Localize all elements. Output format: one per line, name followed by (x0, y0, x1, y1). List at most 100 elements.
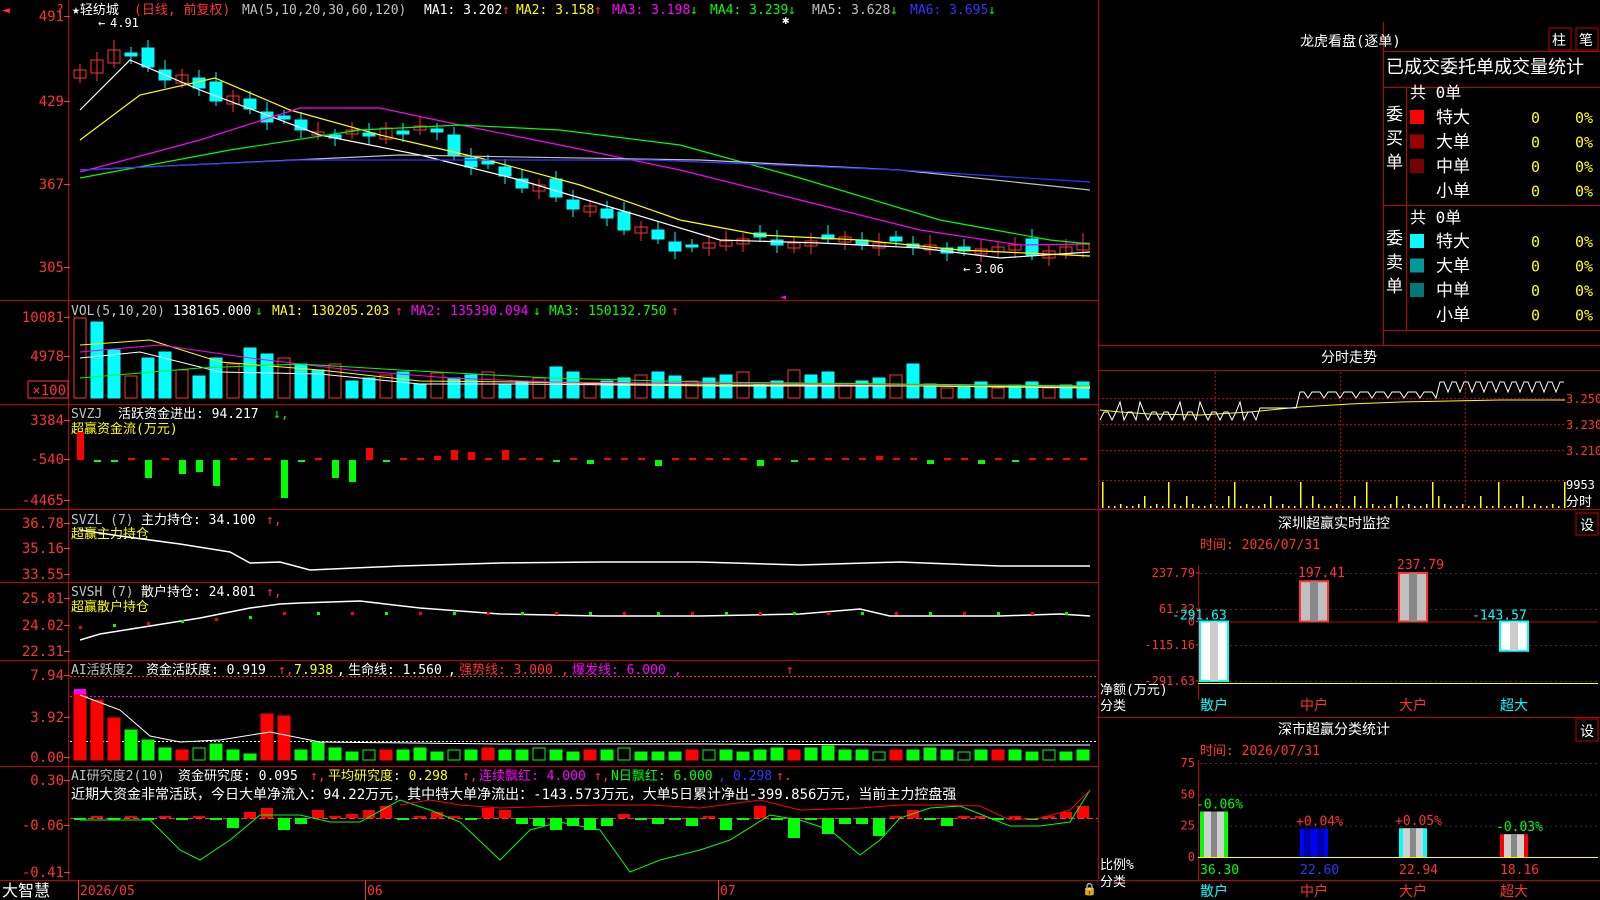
intraday-vol-bar-19 (1216, 506, 1218, 508)
vol-bar-56 (1025, 381, 1039, 399)
svsh-dot-26 (521, 612, 524, 615)
svsh-dot-32 (623, 612, 626, 615)
svzl-label: 主力持仓: 34.100 (141, 513, 256, 528)
svzj-bar-25 (502, 450, 509, 460)
svzj-bar-40 (757, 460, 764, 466)
svzj-bar-5 (162, 458, 169, 460)
ai1-bar-43 (804, 747, 818, 761)
ai2-cont: 连续飘红: 4.000 (479, 768, 586, 784)
svzj-sub: 超赢资金流(万元) (71, 421, 178, 437)
svzj-bar-38 (723, 458, 730, 460)
monitor-settings-label: 设 (1580, 518, 1594, 534)
intraday-vol-bar-2 (1114, 506, 1116, 508)
scroll-left-icon[interactable]: ◄ (2, 3, 10, 18)
ai2-bar-50 (924, 818, 936, 820)
date-label-2: 07 (720, 884, 736, 899)
ai1-sep: , (337, 663, 345, 678)
svsh-dot-12 (283, 612, 286, 615)
ai1-bar-25 (498, 749, 512, 761)
sell-rows-swatch-0 (1410, 234, 1424, 248)
ai2-bar-11 (261, 808, 273, 818)
svzj-bar-55 (1012, 460, 1019, 462)
ai2-bar-33 (635, 818, 647, 820)
ai1-sep2: , (448, 663, 456, 678)
intraday-vol-bar-58 (1450, 506, 1452, 508)
vol-axis-1: 4978 (30, 349, 64, 365)
intraday-vol-bar-1 (1108, 506, 1110, 508)
svzj-bar-2 (111, 460, 118, 462)
svzj-bar-56 (1029, 458, 1036, 460)
svsh-dot-18 (385, 612, 388, 615)
ai1-bar-23 (464, 749, 478, 761)
buy-label-v-char-1: 买 (1386, 129, 1403, 149)
intraday-vol-bar-61 (1468, 506, 1470, 508)
svzj-label: 活跃资金进出: 94.217 (118, 406, 259, 422)
svzj-bar-20 (417, 458, 424, 460)
svsh-dot-58 (1065, 612, 1068, 615)
intraday-vol-bar-69 (1516, 504, 1518, 508)
intraday-vol-bar-54 (1426, 504, 1428, 508)
intraday-axis-1: 3.230 (1566, 418, 1600, 432)
intraday-vol-bar-68 (1510, 506, 1512, 508)
ai2-avg: 平均研究度: 0.298 (328, 768, 448, 784)
vol-bar-47 (872, 377, 886, 399)
intraday-vol-bar-33 (1300, 482, 1302, 508)
intraday-vol-bar-8 (1150, 506, 1152, 508)
ai1-bar-13 (294, 749, 308, 761)
intraday-vol-bar-57 (1444, 504, 1446, 508)
svzj-bar-7 (196, 460, 203, 472)
sell-rows-val-3: 0 (1531, 307, 1540, 325)
buy-label-v-char-0: 委 (1386, 105, 1403, 125)
svzj-bar-24 (485, 458, 492, 460)
svsh-dot-0 (79, 626, 82, 629)
ai1-strong: 强势线: 3.000 (459, 662, 553, 678)
intraday-vol-bar-24 (1246, 504, 1248, 508)
ai1-bar-50 (923, 747, 937, 761)
ai2-last-arrow: ↑. (776, 769, 792, 784)
classify-settings-label: 设 (1580, 724, 1594, 740)
ai1-bar-21 (430, 751, 444, 761)
ai1-bar-38 (719, 749, 733, 761)
ai1-bar-55 (1008, 749, 1022, 761)
intraday-vol-bar-48 (1390, 504, 1392, 508)
lock-icon[interactable]: 🔒 (1082, 882, 1097, 896)
stock-terminal: ★轻纺城 (日线, 前复权) MA(5,10,20,30,60,120) MA1… (0, 0, 1600, 900)
ai1-axis-1: 3.92 (30, 710, 64, 726)
ma-legend-item-3: MA3: 3.198 (612, 3, 690, 18)
classify-category-3: 超大 (1500, 884, 1528, 900)
intraday-vol-bar-27 (1264, 504, 1266, 508)
svzj-bar-34 (655, 460, 662, 466)
candle-body-34 (651, 229, 665, 240)
intraday-vol-bar-6 (1138, 504, 1140, 508)
svzj-bar-43 (808, 458, 815, 460)
ai1-bar-19 (396, 749, 410, 761)
ai2-bar-55 (1009, 816, 1021, 818)
ai1-bar-2 (107, 717, 121, 761)
svzj-bar-4 (145, 460, 152, 478)
intraday-vol-bar-18 (1210, 504, 1212, 508)
ai1-v2: 7.938 (294, 663, 333, 678)
classify-bar-shade-0 (1211, 811, 1217, 857)
svsh-dot-30 (589, 612, 592, 615)
svzl-name: SVZL (7) (71, 513, 134, 528)
classify-axis-1: 50 (1181, 787, 1195, 801)
classify-time: 时间: 2026/07/31 (1200, 744, 1320, 759)
intraday-vol-bar-75 (1552, 504, 1554, 508)
ai2-bar-3 (125, 816, 137, 818)
period-label[interactable]: (日线, 前复权) (134, 2, 230, 18)
ai1-sep4: , (674, 663, 682, 678)
vol-bar-8 (209, 357, 223, 399)
buy-rows-swatch-2 (1410, 159, 1424, 173)
ai2-avg-arrow: ↑, (462, 769, 478, 784)
classify-value-3: 18.16 (1500, 863, 1539, 878)
candle-body-21 (430, 128, 444, 133)
svzj-bar-50 (927, 460, 934, 464)
sell-rows-name-1: 大单 (1436, 257, 1470, 277)
intraday-vol-bar-42 (1354, 496, 1356, 508)
vol-arrow: ↓ (255, 304, 263, 319)
intraday-vol-bar-53 (1420, 506, 1422, 508)
ai1-bar-40 (753, 749, 767, 761)
intraday-vol-bar-28 (1270, 496, 1272, 508)
vol-bar-38 (719, 374, 733, 399)
buy-rows-pct-3: 0% (1575, 183, 1593, 201)
